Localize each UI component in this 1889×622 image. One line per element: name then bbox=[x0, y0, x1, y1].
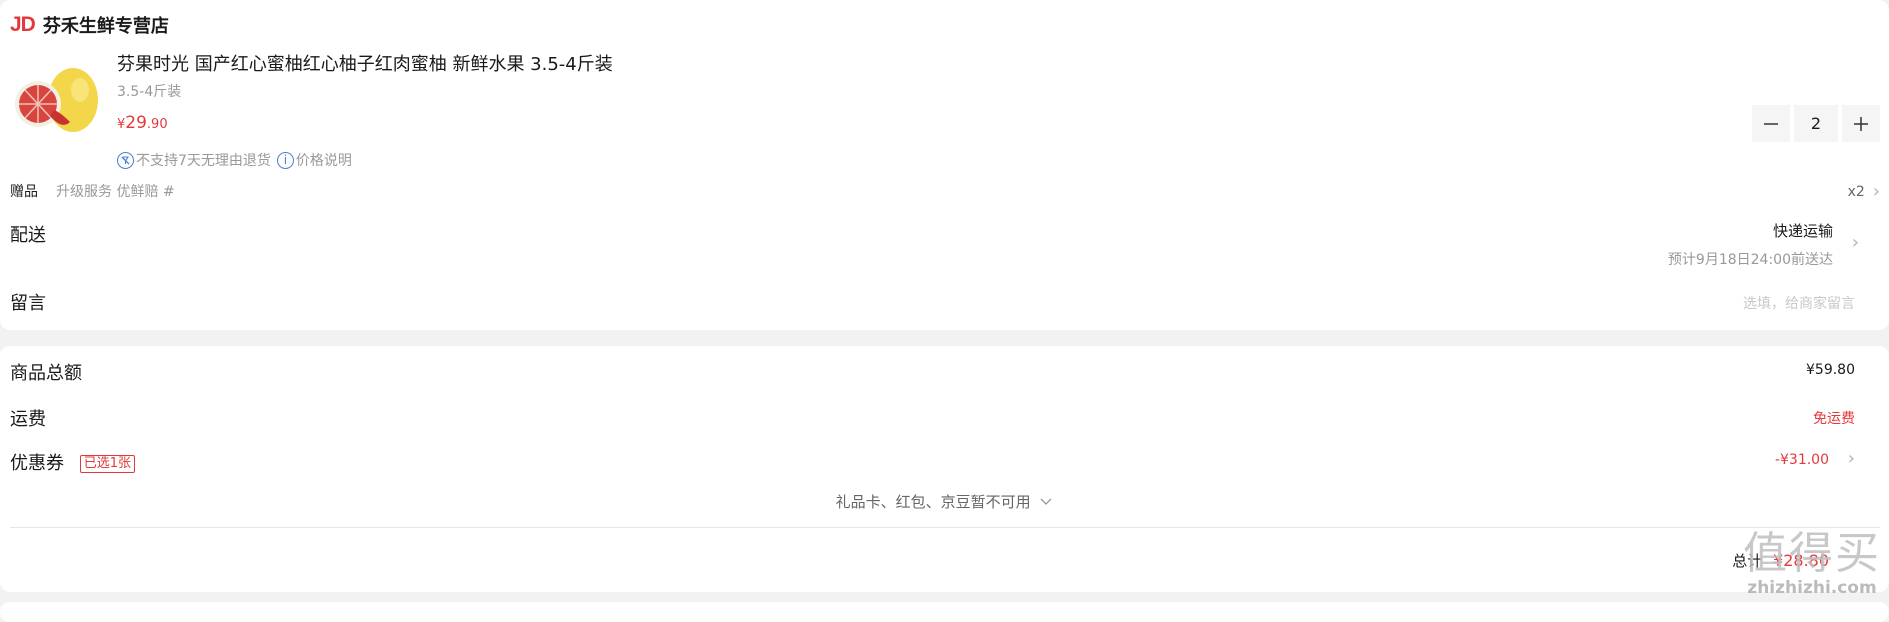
goods-total-label: 商品总额 bbox=[10, 363, 82, 384]
chevron-right-icon[interactable]: › bbox=[1852, 232, 1859, 253]
no-return-note: 不支持7天无理由退货 bbox=[136, 153, 271, 169]
jd-logo: JD bbox=[10, 13, 36, 36]
watermark: 值得买 zhizhizhi.com bbox=[1743, 528, 1881, 599]
coupon-label: 优惠券 bbox=[10, 453, 64, 474]
watermark-logo: 值得买 bbox=[1743, 528, 1881, 579]
coupon-row[interactable]: 优惠券 已选1张 -¥31.00 › bbox=[10, 448, 1855, 475]
gift-text: 升级服务 优鲜赔 # bbox=[56, 184, 175, 200]
increase-button[interactable] bbox=[1842, 105, 1880, 142]
message-input[interactable]: 选填，给商家留言 bbox=[1743, 293, 1855, 313]
price-explanation-link[interactable]: i 价格说明 bbox=[276, 150, 352, 170]
gift-row[interactable]: 赠品 升级服务 优鲜赔 # x2 › bbox=[10, 181, 1880, 202]
price-explanation-label: 价格说明 bbox=[295, 153, 352, 169]
delivery-eta: 预计9月18日24:00前送达 bbox=[1667, 252, 1833, 268]
product-spec[interactable]: 3.5-4斤装 bbox=[117, 81, 181, 101]
delivery-method: 快递运输 bbox=[1772, 222, 1833, 240]
shipping-row: 运费 免运费 bbox=[10, 405, 1855, 431]
product-title[interactable]: 芬果时光 国产红心蜜柚红心柚子红肉蜜柚 新鲜水果 3.5-4斤装 bbox=[117, 50, 613, 76]
gift-label: 赠品 bbox=[10, 184, 38, 200]
shipping-label: 运费 bbox=[10, 409, 46, 430]
quantity-value[interactable]: 2 bbox=[1794, 105, 1838, 142]
divider bbox=[10, 527, 1880, 528]
info-icon: i bbox=[276, 151, 294, 169]
shipping-value: 免运费 bbox=[1813, 411, 1855, 427]
delivery-label: 配送 bbox=[10, 225, 46, 246]
gift-count: x2 bbox=[1847, 183, 1865, 200]
coupon-value: -¥31.00 bbox=[1774, 452, 1829, 468]
delivery-info[interactable]: 快递运输 预计9月18日24:00前送达 bbox=[1668, 220, 1833, 269]
no-return-icon bbox=[117, 151, 134, 169]
product-thumbnail[interactable] bbox=[10, 52, 103, 145]
store-header[interactable]: JD 芬禾生鲜专营店 bbox=[10, 12, 169, 38]
next-card bbox=[0, 602, 1889, 622]
chevron-right-icon: › bbox=[1872, 181, 1880, 202]
plus-icon bbox=[1854, 116, 1868, 131]
gift-count-area: x2 › bbox=[1848, 181, 1880, 202]
message-label: 留言 bbox=[10, 293, 46, 314]
goods-total-value: ¥59.80 bbox=[1806, 362, 1855, 378]
store-name[interactable]: 芬禾生鲜专营店 bbox=[43, 12, 169, 38]
price-decimal: .90 bbox=[146, 117, 168, 132]
minus-icon bbox=[1764, 122, 1778, 125]
product-notes: 不支持7天无理由退货 i 价格说明 bbox=[117, 150, 352, 170]
decrease-button[interactable] bbox=[1752, 105, 1790, 142]
quantity-stepper: 2 bbox=[1752, 105, 1880, 142]
watermark-url: zhizhizhi.com bbox=[1747, 578, 1877, 598]
chevron-down-icon bbox=[1040, 498, 1052, 505]
order-card: JD 芬禾生鲜专营店 芬果时光 国产红心蜜柚红心柚子红肉蜜柚 新鲜水果 3.5-… bbox=[0, 0, 1889, 330]
coupon-badge: 已选1张 bbox=[79, 455, 136, 473]
chevron-right-icon: › bbox=[1847, 448, 1855, 469]
price-integer: 29 bbox=[125, 113, 147, 133]
product-price: ¥29.90 bbox=[117, 113, 168, 133]
unavailable-text: 礼品卡、红包、京豆暂不可用 bbox=[835, 493, 1031, 511]
goods-total-row: 商品总额 ¥59.80 bbox=[10, 359, 1855, 385]
unavailable-payments[interactable]: 礼品卡、红包、京豆暂不可用 bbox=[0, 491, 1889, 512]
